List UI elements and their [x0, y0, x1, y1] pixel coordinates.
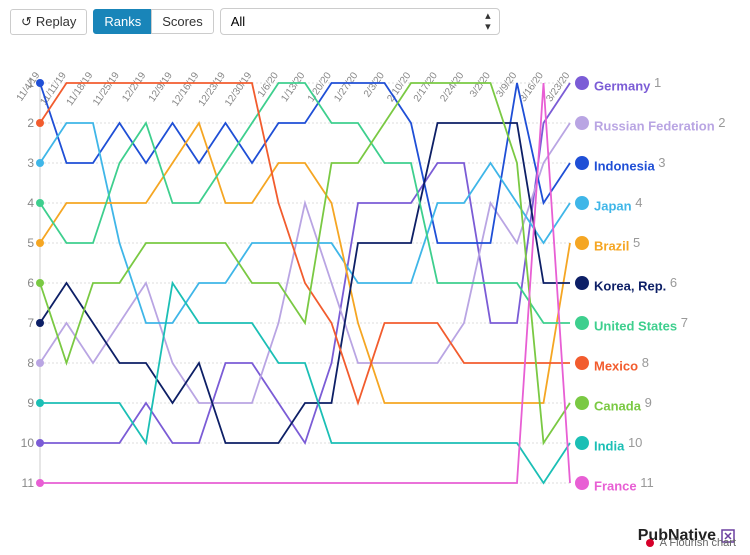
- series-end-dot: [575, 196, 589, 210]
- series-label: India 10: [594, 435, 642, 453]
- x-tick-label: 2/24/20: [438, 70, 466, 104]
- series-label: Russian Federation 2: [594, 115, 725, 133]
- series-label: Korea, Rep. 6: [594, 275, 677, 293]
- series-end-dot: [575, 236, 589, 250]
- chevron-updown-icon: ▴▾: [485, 11, 491, 33]
- series-label: France 11: [594, 475, 654, 493]
- series-end-dot: [575, 396, 589, 410]
- y-tick-label: 1: [27, 76, 34, 90]
- series-end-dot: [575, 156, 589, 170]
- y-tick-label: 10: [21, 436, 35, 450]
- series-start-dot: [36, 199, 44, 207]
- series-end-dot: [575, 76, 589, 90]
- x-tick-label: 1/27/20: [332, 70, 360, 104]
- x-tick-label: 12/30/19: [223, 70, 255, 109]
- series-start-dot: [36, 159, 44, 167]
- series-end-dot: [575, 116, 589, 130]
- y-tick-label: 8: [27, 356, 34, 370]
- series-end-dot: [575, 356, 589, 370]
- x-tick-label: 1/13/20: [279, 70, 307, 104]
- y-tick-label: 11: [22, 476, 35, 490]
- series-end-dot: [575, 476, 589, 490]
- scores-tab[interactable]: Scores: [151, 9, 213, 34]
- filter-select[interactable]: All ▴▾: [220, 8, 500, 35]
- y-tick-label: 2: [27, 116, 34, 130]
- y-tick-label: 9: [27, 396, 34, 410]
- series-start-dot: [36, 119, 44, 127]
- series-label: United States 7: [594, 315, 688, 333]
- series-start-dot: [36, 479, 44, 487]
- mode-toggle: Ranks Scores: [93, 9, 213, 34]
- rank-chart: 11/4/1911/11/1911/18/1911/25/1912/2/1912…: [10, 43, 740, 493]
- credit[interactable]: A Flourish chart: [646, 537, 736, 549]
- series-label: Indonesia 3: [594, 155, 666, 173]
- y-tick-label: 6: [27, 276, 34, 290]
- x-tick-label: 12/9/19: [147, 70, 175, 104]
- series-line: [40, 83, 570, 443]
- series-end-dot: [575, 276, 589, 290]
- y-tick-label: 5: [27, 236, 34, 250]
- series-label: Brazil 5: [594, 235, 640, 253]
- series-line: [40, 83, 570, 443]
- replay-label: Replay: [36, 14, 76, 29]
- replay-icon: ↻: [21, 14, 32, 30]
- series-start-dot: [36, 79, 44, 87]
- flourish-icon: [646, 539, 654, 547]
- series-start-dot: [36, 359, 44, 367]
- replay-button[interactable]: ↻ Replay: [10, 9, 87, 35]
- x-tick-label: 11/25/19: [91, 70, 122, 108]
- series-start-dot: [36, 319, 44, 327]
- series-start-dot: [36, 279, 44, 287]
- x-tick-label: 2/17/20: [412, 70, 440, 104]
- ranks-tab[interactable]: Ranks: [93, 9, 152, 34]
- footer: PubNative: [0, 521, 750, 551]
- series-label: Canada 9: [594, 395, 652, 413]
- y-tick-label: 4: [27, 196, 34, 210]
- toolbar: ↻ Replay Ranks Scores All ▴▾: [0, 0, 750, 43]
- series-end-dot: [575, 436, 589, 450]
- x-tick-label: 2/3/20: [362, 70, 387, 99]
- series-end-dot: [575, 316, 589, 330]
- series-label: Mexico 8: [594, 355, 649, 373]
- filter-value: All: [231, 14, 245, 29]
- series-line: [40, 283, 570, 483]
- series-label: Germany 1: [594, 75, 661, 93]
- y-tick-label: 7: [27, 316, 34, 330]
- series-start-dot: [36, 399, 44, 407]
- series-start-dot: [36, 239, 44, 247]
- y-tick-label: 3: [27, 156, 34, 170]
- series-label: Japan 4: [594, 195, 642, 213]
- x-tick-label: 12/2/19: [120, 70, 148, 104]
- x-tick-label: 3/2/20: [468, 70, 493, 99]
- series-start-dot: [36, 439, 44, 447]
- series-line: [40, 123, 570, 323]
